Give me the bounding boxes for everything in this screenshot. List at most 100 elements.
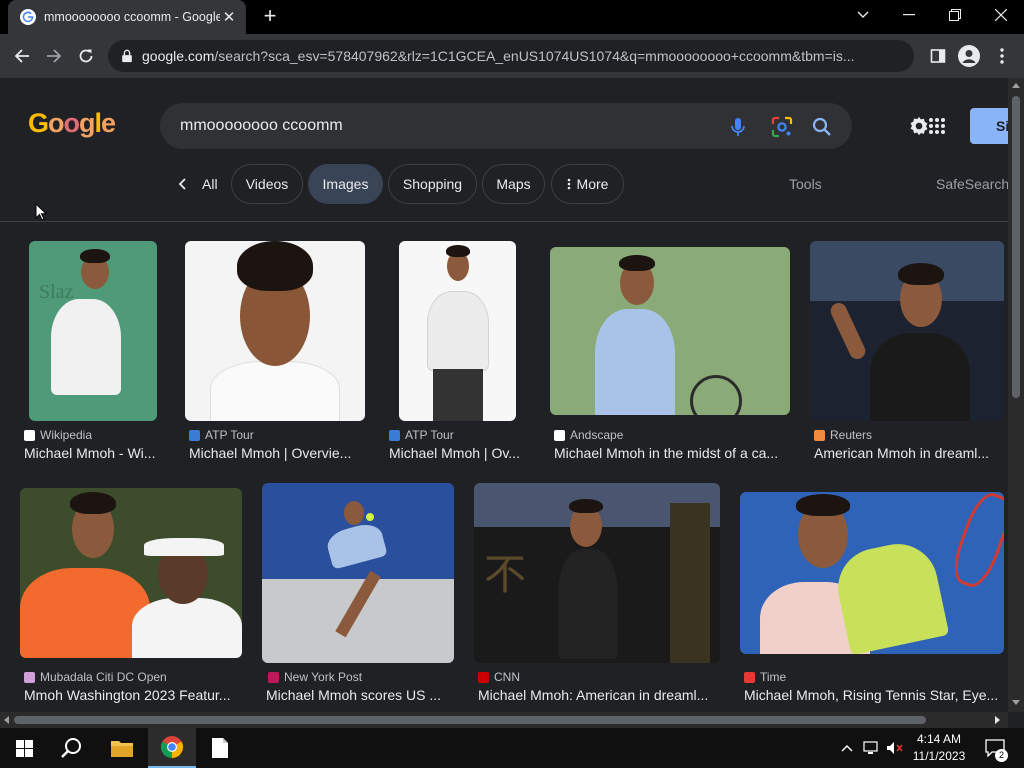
side-panel-icon[interactable] <box>926 44 950 68</box>
player-head <box>344 501 364 525</box>
chip-images[interactable]: Images <box>308 164 383 204</box>
close-window-button[interactable] <box>978 0 1024 30</box>
header-divider <box>0 221 1008 222</box>
sponsor-board <box>670 503 710 663</box>
player-hair <box>70 492 116 514</box>
horizontal-scroll-thumb[interactable] <box>14 716 926 724</box>
result-caption[interactable]: Michael Mmoh | Overvie... <box>189 445 351 461</box>
chip-more[interactable]: More <box>551 164 624 204</box>
action-center-button[interactable]: 2 <box>978 728 1012 768</box>
search-query-text[interactable]: mmoooooooo ccoomm <box>180 117 343 135</box>
chip-videos[interactable]: Videos <box>231 164 303 204</box>
result-caption[interactable]: Michael Mmoh | Ov... <box>389 445 520 461</box>
tab-title: mmoooooooo ccoomm - Google <box>44 10 220 24</box>
address-bar[interactable]: google.com/search?sca_esv=578407962&rlz=… <box>108 40 914 72</box>
more-dots-icon <box>567 178 570 190</box>
safesearch-button[interactable]: SafeSearch <box>936 176 1008 192</box>
scroll-down-arrow-icon[interactable] <box>1012 700 1020 706</box>
windows-taskbar: 4:14 AM 11/1/2023 2 <box>0 728 1024 768</box>
result-caption[interactable]: Michael Mmoh in the midst of a ca... <box>554 445 778 461</box>
horizontal-scrollbar[interactable] <box>0 712 1008 728</box>
result-thumbnail[interactable] <box>740 492 1004 654</box>
result-caption[interactable]: Michael Mmoh, Rising Tennis Star, Eye... <box>744 687 998 703</box>
clock-date: 11/1/2023 <box>912 749 966 763</box>
chip-shopping[interactable]: Shopping <box>388 164 477 204</box>
result-thumbnail[interactable]: Slaz <box>29 241 157 421</box>
back-arrow-icon[interactable] <box>10 44 34 68</box>
search-icon[interactable] <box>810 115 834 139</box>
result-caption[interactable]: Michael Mmoh - Wi... <box>24 445 155 461</box>
result-thumbnail[interactable] <box>399 241 516 421</box>
companion-shirt <box>132 598 242 658</box>
mubadala-favicon-icon <box>24 671 35 683</box>
filter-chips: All Videos Images Shopping Maps More Too… <box>0 164 1008 206</box>
cnn-favicon-icon <box>478 671 489 683</box>
player-hair <box>619 255 655 271</box>
result-source: Wikipedia <box>24 428 92 442</box>
result-caption[interactable]: Mmoh Washington 2023 Featur... <box>24 687 230 703</box>
browser-tab[interactable]: mmoooooooo ccoomm - Google ✕ <box>8 0 246 34</box>
taskbar-clock[interactable]: 4:14 AM 11/1/2023 <box>906 731 972 765</box>
search-box[interactable]: mmoooooooo ccoomm <box>160 103 852 149</box>
scroll-right-arrow-icon[interactable] <box>995 716 1001 724</box>
google-logo[interactable]: Google <box>28 108 116 139</box>
lock-icon[interactable] <box>120 49 134 63</box>
google-lens-icon[interactable] <box>770 115 794 139</box>
tab-search-icon[interactable] <box>840 0 886 30</box>
result-source: CNN <box>478 670 520 684</box>
chip-all[interactable]: All <box>166 164 226 204</box>
reload-icon[interactable] <box>74 44 98 68</box>
atp-favicon-icon <box>389 429 400 441</box>
minimize-button[interactable] <box>886 0 932 30</box>
chip-maps[interactable]: Maps <box>482 164 545 204</box>
tools-button[interactable]: Tools <box>789 176 822 192</box>
microphone-icon[interactable] <box>726 115 750 139</box>
new-tab-button[interactable]: + <box>259 5 281 27</box>
result-thumbnail[interactable] <box>550 247 790 415</box>
player-hair <box>446 245 470 257</box>
sign-in-button[interactable]: Si <box>970 108 1008 144</box>
andscape-favicon-icon <box>554 429 565 441</box>
result-thumbnail[interactable] <box>185 241 365 421</box>
network-status-button[interactable] <box>860 728 882 768</box>
result-thumbnail[interactable] <box>810 241 1004 421</box>
result-source: New York Post <box>268 670 362 684</box>
vertical-scrollbar[interactable] <box>1008 78 1024 712</box>
scroll-up-arrow-icon[interactable] <box>1012 82 1020 88</box>
result-caption[interactable]: Michael Mmoh: American in dreaml... <box>478 687 708 703</box>
player-shirt <box>558 549 618 659</box>
player-hair <box>569 499 603 513</box>
restore-button[interactable] <box>932 0 978 30</box>
result-thumbnail[interactable] <box>20 488 242 658</box>
vertical-scroll-thumb[interactable] <box>1012 96 1020 398</box>
result-source: ATP Tour <box>389 428 454 442</box>
show-hidden-icons-button[interactable] <box>838 728 856 768</box>
result-thumbnail[interactable] <box>262 483 454 663</box>
result-caption[interactable]: Michael Mmoh scores US ... <box>266 687 441 703</box>
forward-arrow-icon[interactable] <box>42 44 66 68</box>
scroll-left-arrow-icon[interactable] <box>3 716 9 724</box>
taskbar-notepad[interactable] <box>196 728 244 768</box>
taskbar-search-button[interactable] <box>48 728 96 768</box>
result-caption[interactable]: American Mmoh in dreaml... <box>814 445 989 461</box>
profile-avatar-icon[interactable] <box>957 44 981 68</box>
google-apps-icon[interactable] <box>928 117 946 135</box>
document-icon <box>212 738 228 758</box>
start-button[interactable] <box>0 728 48 768</box>
clock-time: 4:14 AM <box>916 732 962 746</box>
volume-button[interactable] <box>884 728 906 768</box>
reuters-favicon-icon <box>814 429 825 441</box>
result-thumbnail[interactable]: 不 <box>474 483 720 663</box>
player-shirt <box>210 361 340 421</box>
notification-count-badge: 2 <box>995 749 1008 762</box>
tab-close-icon[interactable]: ✕ <box>220 8 238 26</box>
kebab-menu-icon[interactable] <box>990 44 1014 68</box>
settings-gear-icon[interactable] <box>908 115 930 137</box>
taskbar-file-explorer[interactable] <box>98 728 146 768</box>
result-source: Andscape <box>554 428 623 442</box>
tennis-racket <box>690 375 742 415</box>
taskbar-chrome[interactable] <box>148 728 196 768</box>
player-shirt <box>51 299 121 395</box>
result-source: Mubadala Citi DC Open <box>24 670 167 684</box>
player-hair <box>796 494 850 516</box>
